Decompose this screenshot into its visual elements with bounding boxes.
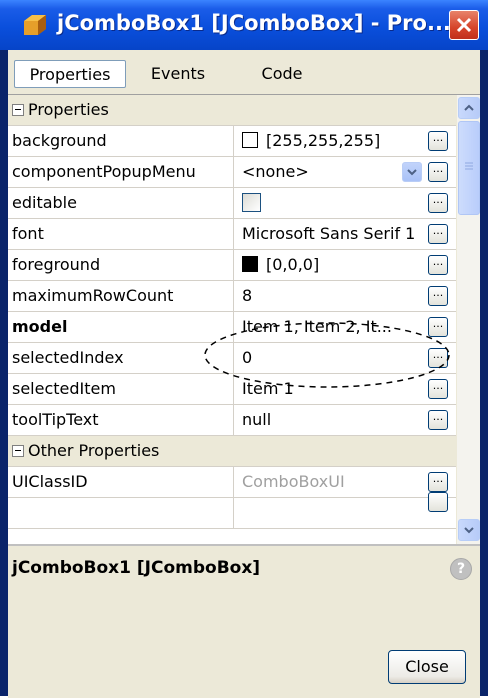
ellipsis-button[interactable]: ... [428, 131, 448, 151]
tab-properties[interactable]: Properties [14, 60, 126, 88]
property-name: selectedItem [10, 374, 234, 404]
property-name: background [10, 126, 234, 156]
property-value[interactable] [234, 188, 426, 218]
color-value-text: [255,255,255] [266, 131, 381, 150]
window-title: jComboBox1 [JComboBox] - Pro... [57, 11, 451, 35]
app-icon [24, 15, 46, 35]
scroll-up-button[interactable] [458, 97, 480, 119]
property-row-tooltiptext[interactable]: toolTipText null ... [8, 405, 456, 436]
property-grid: Properties background [255,255,255] ... … [8, 94, 480, 545]
property-row-partial [8, 492, 456, 529]
property-value[interactable]: Microsoft Sans Serif 1 [234, 219, 426, 249]
collapse-icon[interactable] [12, 445, 24, 457]
grip-icon [465, 162, 473, 170]
ellipsis-button[interactable]: ... [428, 472, 448, 492]
editable-checkbox[interactable] [242, 193, 261, 212]
ellipsis-button[interactable]: ... [428, 224, 448, 244]
collapse-icon[interactable] [12, 104, 24, 116]
property-name: componentPopupMenu [10, 157, 234, 187]
description-title: jComboBox1 [JComboBox] [12, 558, 261, 578]
ellipsis-button[interactable]: ... [428, 255, 448, 275]
section-other-properties[interactable]: Other Properties [8, 436, 456, 467]
description-panel: jComboBox1 [JComboBox] ? Close [8, 544, 480, 698]
close-icon [456, 17, 472, 33]
color-swatch [242, 256, 258, 272]
tab-code[interactable]: Code [232, 60, 332, 88]
dropdown-button[interactable] [402, 162, 422, 182]
property-name: toolTipText [10, 405, 234, 435]
property-value[interactable]: [0,0,0] [234, 250, 426, 280]
vertical-scrollbar[interactable] [456, 95, 480, 545]
property-name: font [10, 219, 234, 249]
property-row-componentpopupmenu[interactable]: componentPopupMenu <none> ... [8, 157, 456, 188]
close-window-button[interactable] [449, 10, 479, 40]
color-swatch [242, 132, 258, 148]
client-area: Properties Events Code Properties backgr… [8, 50, 480, 698]
annotation-oval [204, 322, 450, 388]
property-name: editable [10, 188, 234, 218]
property-name: model [10, 312, 234, 342]
property-row-foreground[interactable]: foreground [0,0,0] ... [8, 250, 456, 281]
title-bar[interactable]: jComboBox1 [JComboBox] - Pro... [0, 0, 488, 50]
property-value: ComboBoxUI [242, 472, 345, 491]
color-value-text: [0,0,0] [266, 255, 320, 274]
property-row-font[interactable]: font Microsoft Sans Serif 1 ... [8, 219, 456, 250]
section-properties[interactable]: Properties [8, 95, 456, 126]
ellipsis-button[interactable]: ... [428, 286, 448, 306]
ellipsis-button[interactable]: ... [428, 193, 448, 213]
property-row-background[interactable]: background [255,255,255] ... [8, 126, 456, 157]
property-name: maximumRowCount [10, 281, 234, 311]
property-value[interactable]: 8 [234, 281, 426, 311]
property-row-uiclassid[interactable]: UIClassID ComboBoxUI ... [8, 467, 456, 498]
chevron-up-icon [464, 104, 474, 111]
property-name: selectedIndex [10, 343, 234, 373]
property-name: foreground [10, 250, 234, 280]
ellipsis-button[interactable]: ... [428, 410, 448, 430]
close-button[interactable]: Close [388, 650, 466, 684]
tab-events[interactable]: Events [136, 60, 220, 88]
section-label: Properties [28, 100, 109, 119]
scroll-thumb[interactable] [458, 121, 480, 215]
ellipsis-button[interactable] [428, 492, 448, 512]
property-row-editable[interactable]: editable ... [8, 188, 456, 219]
property-name-partial [10, 498, 234, 528]
properties-window: jComboBox1 [JComboBox] - Pro... Properti… [0, 0, 488, 698]
section-label: Other Properties [28, 441, 160, 460]
property-value[interactable]: <none> [234, 157, 426, 187]
help-icon[interactable]: ? [450, 558, 472, 580]
chevron-down-icon [407, 169, 417, 176]
property-row-maximumrowcount[interactable]: maximumRowCount 8 ... [8, 281, 456, 312]
tab-bar: Properties Events Code [8, 50, 480, 94]
property-value[interactable]: null [234, 405, 426, 435]
property-value[interactable]: [255,255,255] [234, 126, 426, 156]
chevron-down-icon [464, 527, 474, 534]
ellipsis-button[interactable]: ... [428, 162, 448, 182]
scroll-down-button[interactable] [458, 519, 480, 541]
property-name: UIClassID [10, 467, 234, 497]
